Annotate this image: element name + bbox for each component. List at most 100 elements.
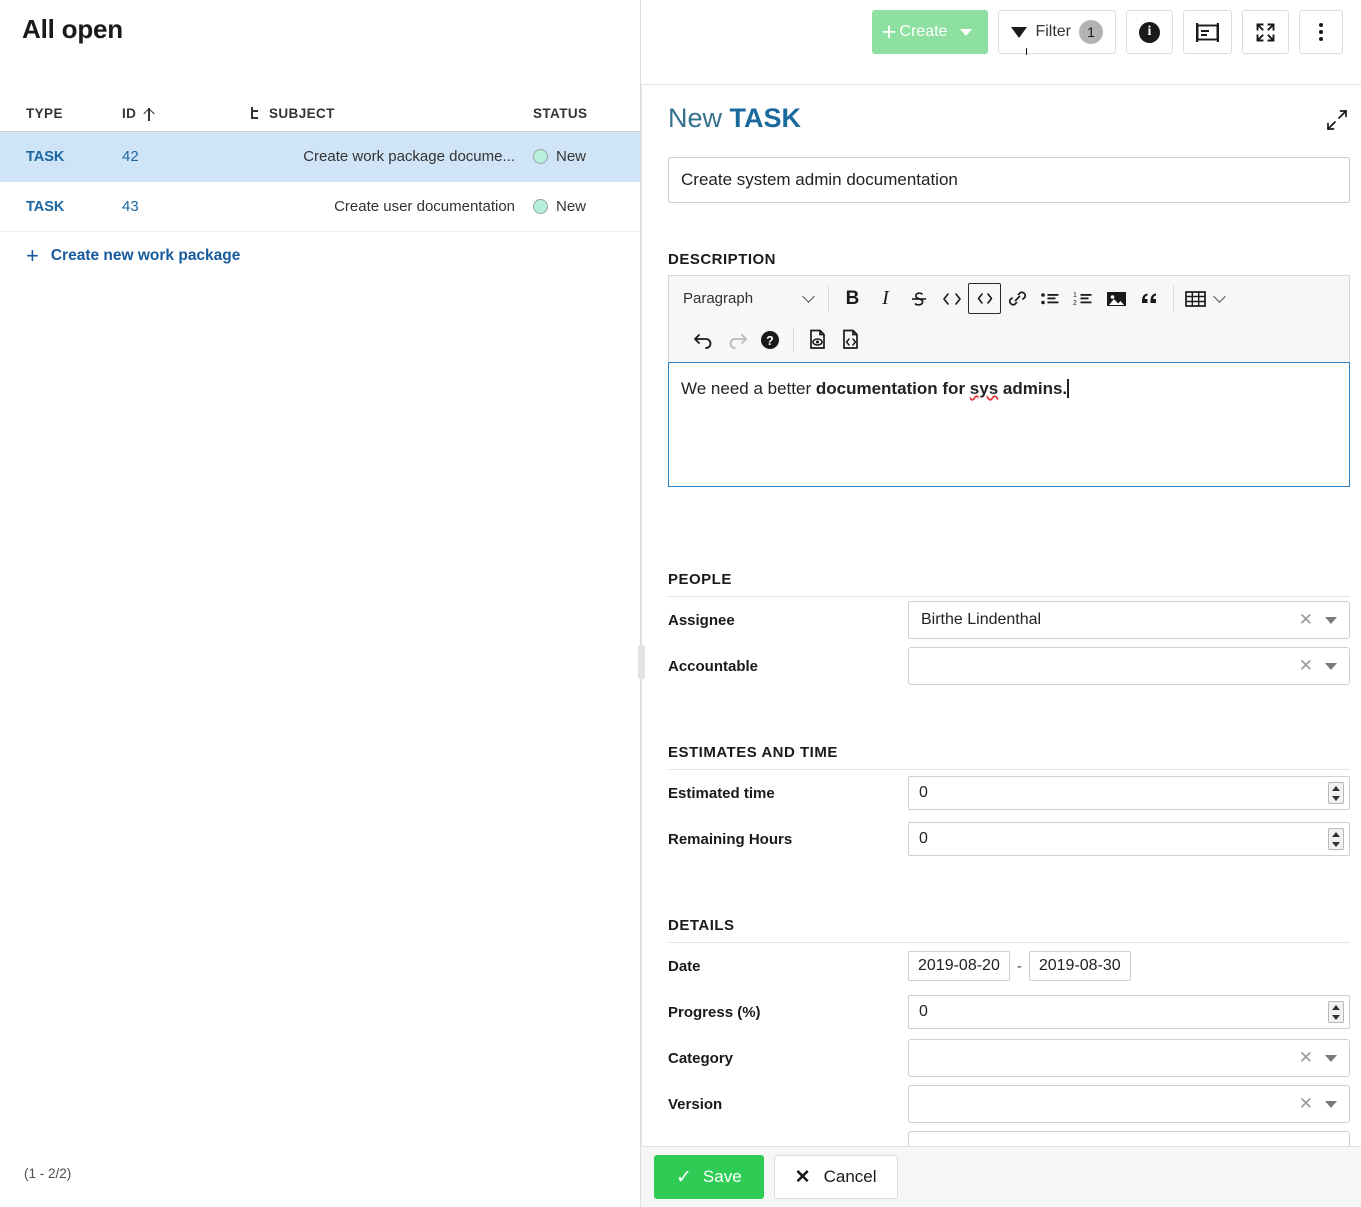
kebab-menu-icon	[1319, 23, 1323, 41]
bulleted-list-icon[interactable]	[1034, 283, 1067, 314]
assignee-select[interactable]: Birthe Lindenthal ✕	[908, 601, 1350, 639]
code-block-icon[interactable]	[968, 283, 1001, 314]
column-header-status[interactable]: STATUS	[533, 106, 641, 121]
filter-button[interactable]: Filter 1	[998, 10, 1116, 54]
table-icon[interactable]	[1181, 283, 1209, 314]
expand-diagonal-icon[interactable]	[1326, 109, 1348, 131]
people-section-label: PEOPLE	[668, 571, 1350, 597]
fullscreen-button[interactable]	[1242, 10, 1289, 54]
page-title: New TASK	[668, 103, 801, 134]
editor-toolbar-row-2: ?	[673, 319, 1345, 360]
preview-icon[interactable]	[801, 324, 834, 355]
column-header-subject[interactable]: SUBJECT	[250, 106, 533, 121]
row-type[interactable]: TASK	[0, 199, 100, 215]
row-type[interactable]: TASK	[0, 149, 100, 165]
estimated-time-input[interactable]	[908, 776, 1350, 810]
inline-code-icon[interactable]	[935, 283, 968, 314]
end-date-input[interactable]: 2019-08-30	[1029, 951, 1131, 981]
undo-icon[interactable]	[687, 324, 720, 355]
row-subject[interactable]: Create user documentation	[250, 198, 533, 215]
description-text-bold-1: documentation for	[816, 379, 970, 398]
row-status[interactable]: New	[533, 148, 641, 165]
stepper-icon[interactable]	[1328, 828, 1344, 850]
clear-icon[interactable]: ✕	[1295, 610, 1325, 630]
text-cursor	[1067, 379, 1069, 398]
numbered-list-icon[interactable]: 1 2	[1067, 283, 1100, 314]
cancel-button[interactable]: ✕ Cancel	[774, 1155, 898, 1199]
estimated-time-field-row: Estimated time	[668, 770, 1350, 816]
progress-input[interactable]	[908, 995, 1350, 1029]
top-toolbar: + Create Filter 1 i	[872, 10, 1343, 54]
strikethrough-icon[interactable]	[902, 283, 935, 314]
column-header-type[interactable]: TYPE	[0, 106, 100, 121]
description-text-bold-2: admins.	[998, 379, 1067, 398]
help-icon[interactable]: ?	[753, 324, 786, 355]
chevron-down-icon	[802, 290, 815, 303]
estimates-section-label: ESTIMATES AND TIME	[668, 744, 1350, 770]
description-text-area[interactable]: We need a better documentation for sys a…	[668, 362, 1350, 487]
page-title: All open	[22, 14, 123, 45]
row-id[interactable]: 43	[100, 198, 250, 215]
status-indicator-icon	[533, 199, 548, 214]
dropdown-caret-icon[interactable]	[1325, 663, 1337, 670]
remaining-hours-field-row: Remaining Hours	[668, 816, 1350, 862]
card-view-icon	[1196, 23, 1219, 42]
image-icon[interactable]	[1100, 283, 1133, 314]
clear-icon[interactable]: ✕	[1295, 1048, 1325, 1068]
link-icon[interactable]	[1001, 283, 1034, 314]
sort-ascending-icon[interactable]	[144, 106, 154, 121]
status-indicator-icon	[533, 149, 548, 164]
svg-text:1: 1	[1073, 292, 1077, 299]
redo-icon[interactable]	[720, 324, 753, 355]
italic-icon[interactable]: I	[869, 283, 902, 314]
table-header-row: TYPE ID SUBJECT STATUS	[0, 96, 641, 132]
stepper-icon[interactable]	[1328, 782, 1344, 804]
card-view-button[interactable]	[1183, 10, 1232, 54]
app-root: All open TYPE ID SUBJECT STATUS TASK 42 …	[0, 0, 1361, 1207]
more-options-button[interactable]	[1299, 10, 1343, 54]
table-row[interactable]: TASK 43 Create user documentation New	[0, 182, 641, 232]
column-header-id[interactable]: ID	[100, 106, 250, 121]
blockquote-icon[interactable]	[1133, 283, 1166, 314]
hierarchy-icon[interactable]	[250, 107, 261, 120]
clear-icon[interactable]: ✕	[1295, 1094, 1325, 1114]
accountable-select[interactable]: ✕	[908, 647, 1350, 685]
version-select[interactable]: ✕	[908, 1085, 1350, 1123]
start-date-input[interactable]: 2019-08-20	[908, 951, 1010, 981]
paragraph-style-label: Paragraph	[683, 290, 753, 307]
create-new-work-package-button[interactable]: + Create new work package	[0, 232, 641, 280]
clear-icon[interactable]: ✕	[1295, 656, 1325, 676]
dropdown-caret-icon[interactable]	[1325, 1101, 1337, 1108]
save-button[interactable]: ✓ Save	[654, 1155, 764, 1199]
remaining-hours-control	[908, 822, 1350, 856]
markdown-source-icon[interactable]	[834, 324, 867, 355]
remaining-hours-label: Remaining Hours	[668, 831, 908, 848]
version-field-row: Version ✕	[668, 1081, 1350, 1127]
category-control: ✕	[908, 1039, 1350, 1077]
remaining-hours-input[interactable]	[908, 822, 1350, 856]
table-row[interactable]: TASK 42 Create work package docume... Ne…	[0, 132, 641, 182]
row-id[interactable]: 42	[100, 148, 250, 165]
accountable-field-row: Accountable ✕	[668, 643, 1350, 689]
stepper-icon[interactable]	[1328, 1001, 1344, 1023]
create-button[interactable]: + Create	[872, 10, 989, 54]
new-label: New	[668, 103, 722, 133]
row-subject[interactable]: Create work package docume...	[250, 148, 533, 165]
split-pane-drag-handle[interactable]	[638, 645, 645, 679]
estimated-time-control	[908, 776, 1350, 810]
info-button[interactable]: i	[1126, 10, 1173, 54]
dropdown-caret-icon[interactable]	[1325, 617, 1337, 624]
details-section-label: DETAILS	[668, 917, 1350, 943]
paragraph-style-select[interactable]: Paragraph	[673, 283, 821, 314]
fullscreen-icon	[1255, 22, 1276, 43]
date-control: 2019-08-20 - 2019-08-30	[908, 951, 1350, 981]
category-select[interactable]: ✕	[908, 1039, 1350, 1077]
description-section-label: DESCRIPTION	[668, 251, 776, 268]
dropdown-caret-icon[interactable]	[1325, 1055, 1337, 1062]
subject-input[interactable]	[668, 157, 1350, 203]
bold-icon[interactable]: B	[836, 283, 869, 314]
table-options-chevron-down-icon[interactable]	[1209, 283, 1229, 314]
category-field-row: Category ✕	[668, 1035, 1350, 1081]
row-status[interactable]: New	[533, 198, 641, 215]
next-field-select[interactable]	[908, 1131, 1350, 1147]
